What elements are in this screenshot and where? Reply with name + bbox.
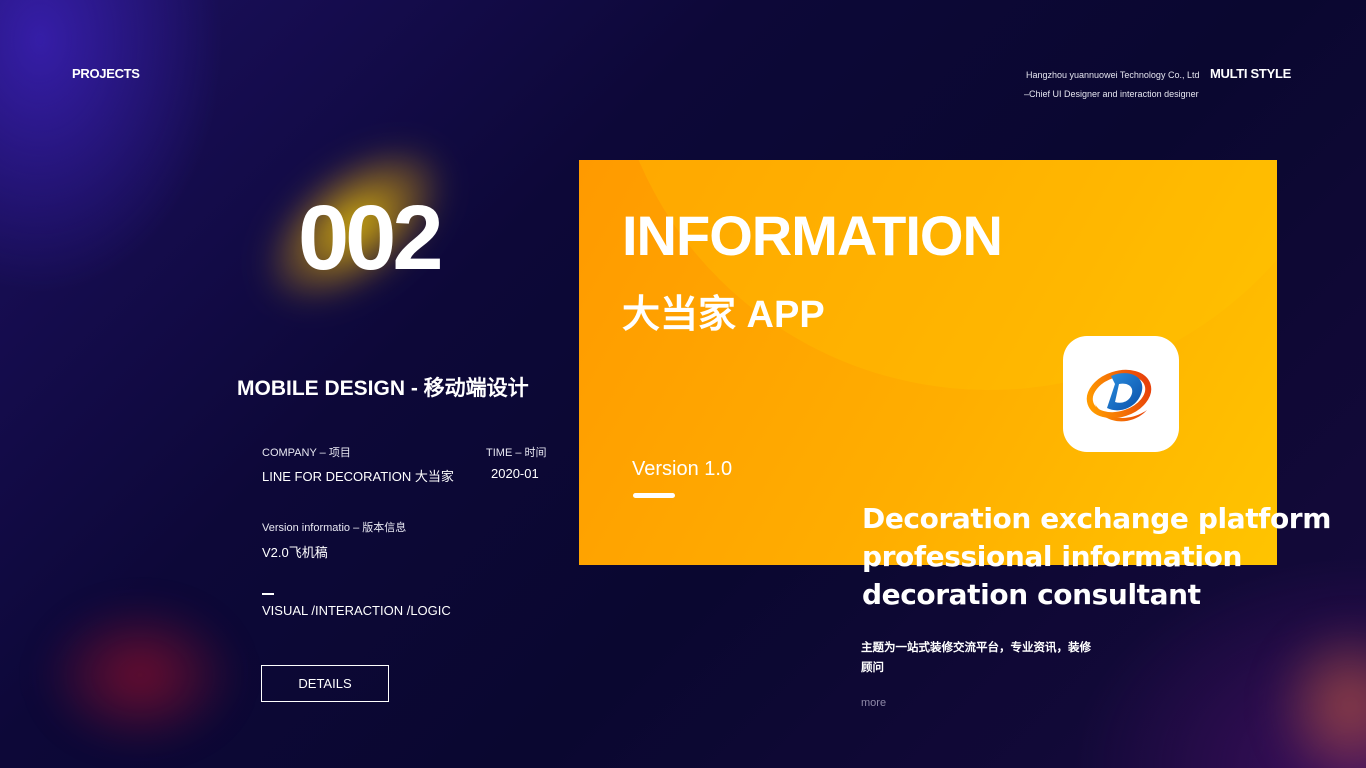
projects-label: PROJECTS — [72, 66, 140, 81]
scope-text: VISUAL /INTERACTION /LOGIC — [262, 603, 451, 618]
headline-line-2: professional information — [862, 540, 1242, 573]
card-version: Version 1.0 — [632, 458, 733, 480]
version-underline — [633, 493, 675, 498]
description-headline: Decoration exchange platform professiona… — [862, 500, 1331, 614]
card-title: INFORMATION — [622, 204, 1003, 267]
project-title: MOBILE DESIGN - 移动端设计 — [237, 377, 529, 400]
time-label: TIME – 时间 — [486, 447, 547, 459]
details-button[interactable]: DETAILS — [261, 665, 389, 702]
card-subtitle: 大当家 APP — [622, 294, 825, 336]
red-glow-decoration — [40, 600, 240, 750]
headline-line-1: Decoration exchange platform — [862, 502, 1331, 535]
chinese-description: 主题为一站式装修交流平台，专业资讯，装修顾问 — [861, 642, 1091, 674]
version-label: Version informatio – 版本信息 — [262, 522, 407, 534]
company-value: LINE FOR DECORATION 大当家 — [262, 469, 454, 484]
company-name: Hangzhou yuannuowei Technology Co., Ltd — [1026, 70, 1200, 80]
divider-dash — [262, 593, 274, 595]
time-value: 2020-01 — [491, 466, 539, 481]
version-value: V2.0飞机稿 — [262, 545, 328, 560]
designer-role: –Chief UI Designer and interaction desig… — [1024, 89, 1199, 99]
headline-line-3: decoration consultant — [862, 578, 1201, 611]
orange-glow-decoration — [1270, 620, 1366, 768]
project-number: 002 — [298, 187, 443, 289]
company-label: COMPANY – 项目 — [262, 447, 351, 459]
app-logo-icon[interactable] — [1063, 336, 1179, 452]
app-logo-graphic — [1086, 369, 1152, 422]
multi-style-label: MULTI STYLE — [1210, 66, 1291, 81]
more-link[interactable]: more — [861, 697, 886, 709]
